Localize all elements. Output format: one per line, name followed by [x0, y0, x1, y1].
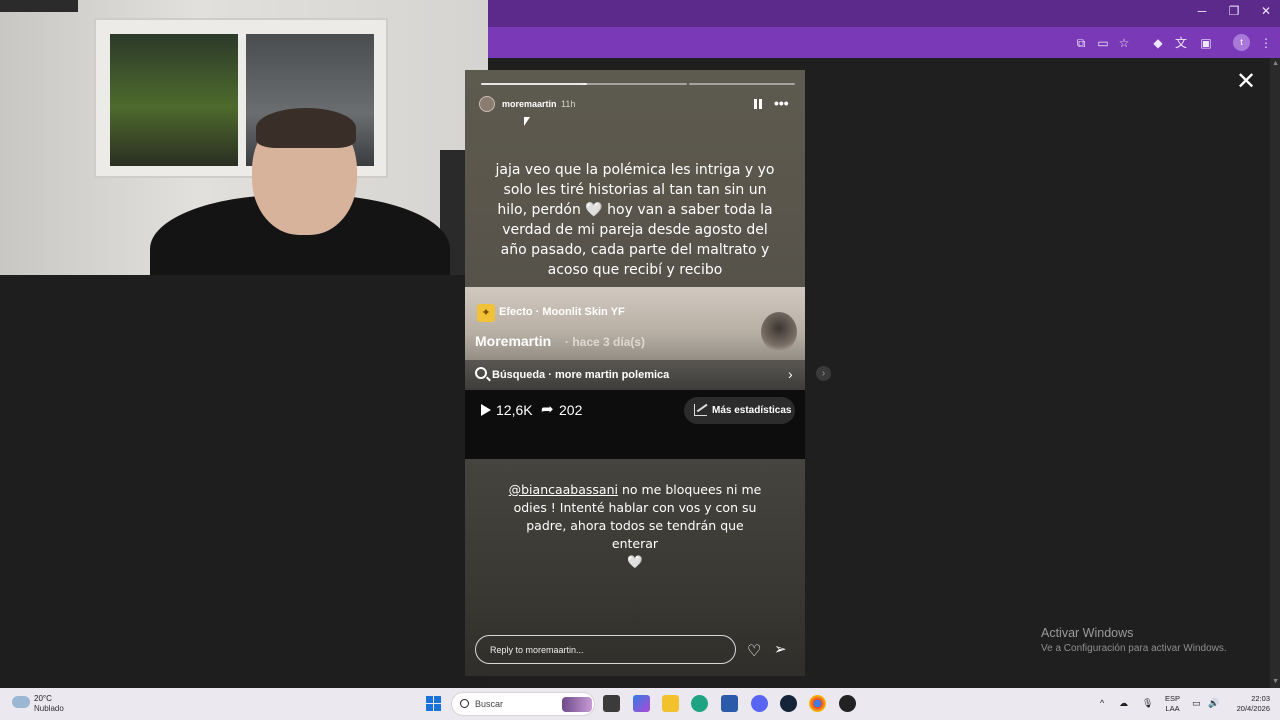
taskbar-search[interactable]: Buscar — [451, 692, 595, 716]
page-scrollbar[interactable] — [1270, 58, 1280, 688]
activation-watermark-subtitle: Ve a Configuración para activar Windows. — [1041, 643, 1227, 654]
reel-search-label[interactable]: Búsqueda · more martin polemica — [492, 369, 669, 381]
restore-button[interactable]: ❐ — [1224, 4, 1244, 18]
close-window-button[interactable]: ✕ — [1256, 4, 1276, 18]
search-icon — [475, 367, 487, 379]
story-user-avatar[interactable] — [479, 96, 495, 112]
file-explorer-icon[interactable] — [662, 695, 679, 712]
extensions-puzzle-icon[interactable]: ▣ — [1197, 34, 1215, 52]
like-heart-icon[interactable]: ♡ — [747, 641, 761, 661]
chrome-icon[interactable] — [809, 695, 826, 712]
more-stats-label: Más estadísticas — [712, 405, 792, 416]
menu-kebab-icon[interactable]: ⋮ — [1257, 34, 1275, 52]
reel-posted-time: · hace 3 día(s) — [565, 335, 646, 349]
discord-icon[interactable] — [751, 695, 768, 712]
taskbar-search-placeholder: Buscar — [475, 699, 504, 709]
more-stats-button[interactable]: Más estadísticas — [684, 397, 795, 424]
story-progress-segment — [583, 83, 687, 85]
share-arrow-icon: ➦ — [541, 401, 554, 418]
story-caption: jaja veo que la polémica les intriga y y… — [495, 162, 775, 278]
effect-sparkle-icon: ✦ — [477, 304, 495, 322]
pause-icon[interactable] — [752, 97, 764, 111]
cast-icon[interactable]: ▭ — [1094, 34, 1112, 52]
extension-shield-icon[interactable]: ◆ — [1149, 34, 1167, 52]
reply-input[interactable] — [475, 635, 736, 664]
scroll-down-arrow-icon[interactable]: ▼ — [1272, 678, 1279, 685]
story-card: moremaartin 11h ••• jaja veo que la polé… — [465, 70, 805, 676]
chart-icon — [694, 404, 707, 416]
next-story-arrow-icon[interactable]: › — [816, 366, 831, 381]
system-clock[interactable]: 22:03 20/4/2026 — [1228, 694, 1270, 714]
chevron-right-icon[interactable]: › — [788, 366, 793, 382]
user-mention-link[interactable]: @biancaabassani — [509, 482, 618, 497]
mouse-cursor — [524, 117, 530, 126]
picture-frame — [0, 0, 78, 12]
close-viewer-icon[interactable]: ✕ — [1236, 70, 1256, 94]
clock-date: 20/4/2026 — [1236, 704, 1270, 713]
story-text-frame: moremaartin 11h ••• jaja veo que la polé… — [465, 70, 805, 287]
bookmark-star-icon[interactable]: ☆ — [1115, 34, 1133, 52]
show-hidden-icons-icon[interactable]: ^ — [1100, 698, 1104, 708]
scroll-up-arrow-icon[interactable]: ▲ — [1272, 60, 1279, 67]
clock-time: 22:03 — [1251, 694, 1270, 703]
start-button[interactable] — [426, 696, 441, 711]
story-bottom-text: @biancaabassani no me bloquees ni me odi… — [505, 481, 765, 571]
more-options-icon[interactable]: ••• — [774, 95, 789, 111]
share-count: 202 — [559, 402, 583, 418]
weather-cloud-icon[interactable] — [12, 696, 30, 708]
webcam-feed — [0, 0, 488, 275]
volume-icon[interactable]: 🔊 — [1208, 698, 1219, 709]
browser-titlebar: ─ ❐ ✕ — [488, 0, 1280, 27]
reel-stats-row: 12,6K ➦ 202 Más estadísticas — [465, 390, 805, 430]
activation-watermark-title: Activar Windows — [1041, 626, 1134, 640]
steam-icon[interactable] — [780, 695, 797, 712]
story-username[interactable]: moremaartin — [502, 99, 557, 109]
copilot-icon[interactable] — [633, 695, 650, 712]
play-icon — [481, 404, 491, 416]
edge-icon[interactable] — [691, 695, 708, 712]
play-count: 12,6K — [496, 402, 533, 418]
network-icon[interactable]: ▭ — [1192, 698, 1201, 709]
obs-icon[interactable] — [839, 695, 856, 712]
minimize-button[interactable]: ─ — [1192, 4, 1212, 18]
send-icon[interactable]: ➢ — [774, 640, 787, 658]
extension-translate-icon[interactable]: 文 — [1172, 34, 1190, 52]
reel-author-avatar[interactable] — [761, 312, 797, 352]
microphone-icon[interactable]: 🎙 — [1142, 698, 1153, 709]
task-view-icon[interactable] — [603, 695, 620, 712]
store-icon[interactable] — [721, 695, 738, 712]
profile-avatar[interactable]: t — [1233, 34, 1250, 51]
reel-thumbnail[interactable]: ✦ Efecto · Moonlit Skin YF Moremartin · … — [465, 287, 805, 390]
search-highlight-image — [562, 697, 592, 712]
search-icon — [460, 699, 469, 708]
weather-temperature[interactable]: 20°C — [34, 694, 52, 703]
shared-reel-card[interactable]: ✦ Efecto · Moonlit Skin YF Moremartin · … — [465, 287, 805, 459]
onedrive-cloud-icon[interactable]: ☁ — [1119, 698, 1128, 709]
story-progress-segment — [689, 83, 795, 85]
story-timestamp: 11h — [561, 99, 576, 109]
heart-emoji: 🤍 — [627, 554, 643, 569]
reel-author[interactable]: Moremartin — [475, 333, 551, 349]
story-progress-segment — [481, 83, 587, 85]
reel-search-bar[interactable]: Búsqueda · more martin polemica › — [465, 360, 805, 390]
translate-icon[interactable]: ⧉ — [1072, 34, 1090, 52]
input-language[interactable]: ESP LAA — [1165, 694, 1180, 714]
reel-effect-label[interactable]: Efecto · Moonlit Skin YF — [499, 306, 625, 318]
weather-description[interactable]: Nublado — [34, 704, 64, 713]
